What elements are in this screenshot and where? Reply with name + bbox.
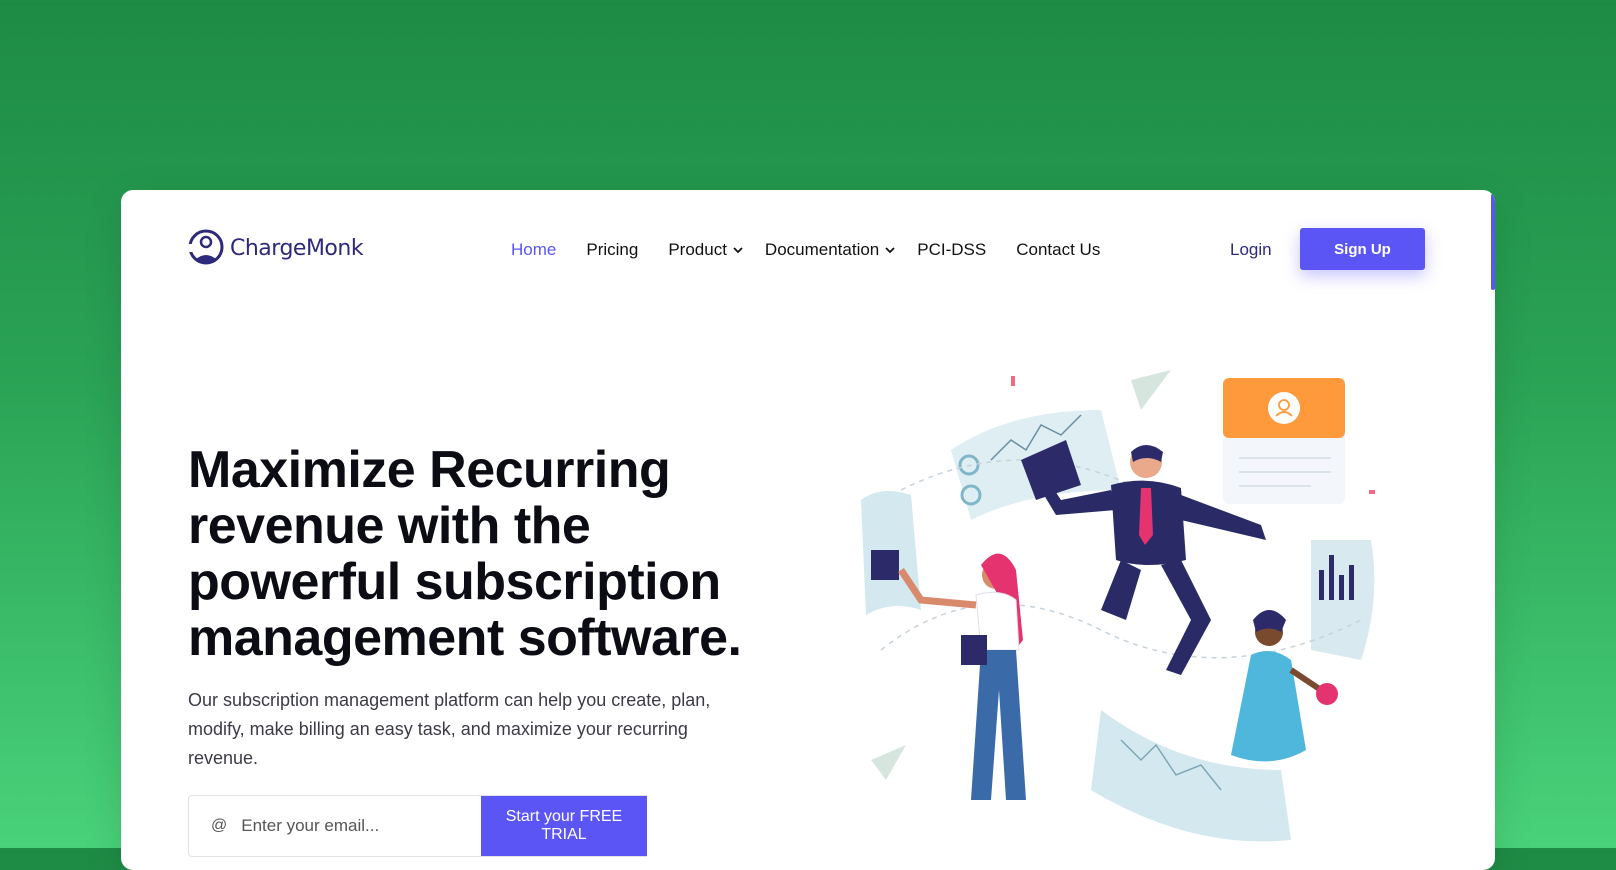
nav-item-label: Product: [668, 240, 727, 259]
monk-logo-icon: [188, 229, 224, 265]
hero-headline: Maximize Recurring revenue with the powe…: [188, 442, 742, 666]
nav-item-contact-us[interactable]: Contact Us: [1016, 240, 1100, 260]
email-input[interactable]: [239, 815, 444, 837]
nav-item-label: Documentation: [764, 240, 880, 259]
headline-line-4: management software.: [188, 609, 742, 667]
nav-item-label: Contact Us: [1016, 240, 1101, 259]
hero-subtitle: Our subscription management platform can…: [188, 690, 711, 768]
nav-item-label: Pricing: [586, 240, 639, 259]
nav-item-pricing[interactable]: Pricing: [586, 240, 638, 260]
nav-item-label: Home: [511, 240, 557, 259]
hero-illustration: [861, 370, 1375, 842]
headline-line-3: powerful: [188, 553, 415, 611]
main-nav: Home Pricing Product Documentation PCI-D…: [511, 240, 1130, 260]
start-free-trial-button[interactable]: Start your FREE TRIAL: [481, 796, 647, 856]
at-icon: @: [211, 817, 228, 834]
nav-item-documentation[interactable]: Documentation: [765, 240, 895, 260]
brand-logo[interactable]: ChargeMonk: [188, 228, 364, 268]
chevron-down-icon: [885, 247, 895, 254]
scrollbar-thumb[interactable]: [1491, 194, 1495, 290]
chevron-down-icon: [733, 247, 743, 254]
browser-card: ChargeMonk Home Pricing Product Document…: [121, 190, 1495, 870]
headline-line-2: revenue with the: [188, 497, 591, 555]
login-link[interactable]: Login: [1230, 240, 1272, 260]
headline-highlight: subscription: [414, 553, 721, 611]
nav-item-home[interactable]: Home: [511, 240, 556, 260]
email-field[interactable]: @: [189, 796, 481, 856]
brand-name: ChargeMonk: [230, 235, 364, 261]
headline-line-1: Maximize Recurring: [188, 441, 671, 499]
sign-up-button[interactable]: Sign Up: [1300, 228, 1425, 270]
nav-item-label: PCI-DSS: [917, 240, 987, 259]
nav-item-pci-dss[interactable]: PCI-DSS: [917, 240, 986, 260]
nav-item-product[interactable]: Product: [668, 240, 743, 260]
